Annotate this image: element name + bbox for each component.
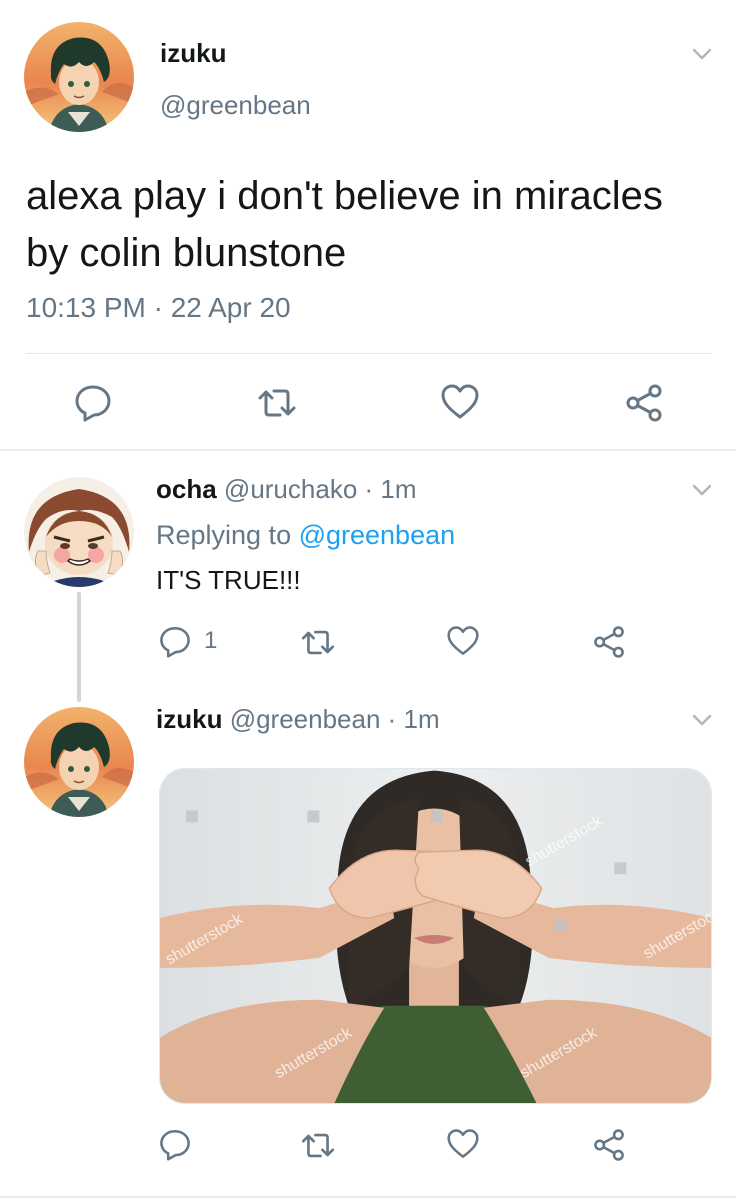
retweet-icon [301,630,335,655]
thread-connector [77,592,81,702]
retweet-button[interactable] [298,626,338,659]
reply-button[interactable]: 1 [158,624,217,658]
reply-count: 1 [204,627,218,654]
chevron-down-icon[interactable] [690,708,714,732]
reply-author-handle[interactable]: @uruchako [224,474,357,504]
reply-header: ocha @uruchako · 1m [156,474,417,505]
heart-icon [441,384,479,419]
mention-link[interactable]: @greenbean [299,520,456,550]
reply-avatar[interactable] [24,707,134,817]
divider [26,353,712,354]
like-button[interactable] [446,1128,480,1160]
share-button[interactable] [592,1128,626,1162]
separator-dot: · [357,474,381,504]
replying-to: Replying to @greenbean [156,520,455,551]
reply-author-name[interactable]: ocha [156,474,217,504]
retweet-button[interactable] [254,384,300,422]
chevron-down-icon[interactable] [690,42,714,66]
reply-button[interactable] [73,382,113,422]
retweet-button[interactable] [298,1129,338,1162]
author-avatar[interactable] [24,22,134,132]
share-icon [594,1129,624,1161]
share-button[interactable] [592,625,626,659]
retweet-icon [258,389,296,417]
reply-author-name[interactable]: izuku [156,704,222,734]
reply-time[interactable]: 1m [380,474,416,504]
share-button[interactable] [624,383,664,423]
like-button[interactable] [440,383,480,421]
reply-text: IT'S TRUE!!! [156,565,301,595]
retweet-icon [301,1133,335,1158]
chevron-down-icon[interactable] [690,478,714,502]
heart-icon [447,626,479,655]
section-divider [0,449,736,451]
separator-dot: · [380,704,404,734]
like-button[interactable] [446,625,480,657]
reply-header: izuku @greenbean · 1m [156,704,440,735]
author-handle[interactable]: @greenbean [160,90,311,121]
media-photo[interactable]: shutterstock shutterstock shutterstock s… [159,768,712,1104]
share-icon [626,384,662,422]
reply-avatar[interactable] [24,477,134,587]
share-icon [594,626,624,658]
reply-icon [160,1129,190,1161]
replying-prefix: Replying to [156,520,299,550]
reply-button[interactable] [158,1127,192,1161]
reply-icon [160,626,190,658]
tweet-text: alexa play i don't believe in miracles b… [26,174,663,275]
reply-icon [75,385,111,422]
reply-time[interactable]: 1m [404,704,440,734]
author-name[interactable]: izuku [160,38,226,69]
reply-author-handle[interactable]: @greenbean [230,704,381,734]
tweet-timestamp[interactable]: 10:13 PM · 22 Apr 20 [26,292,291,324]
heart-icon [447,1129,479,1158]
section-divider [0,1196,736,1198]
